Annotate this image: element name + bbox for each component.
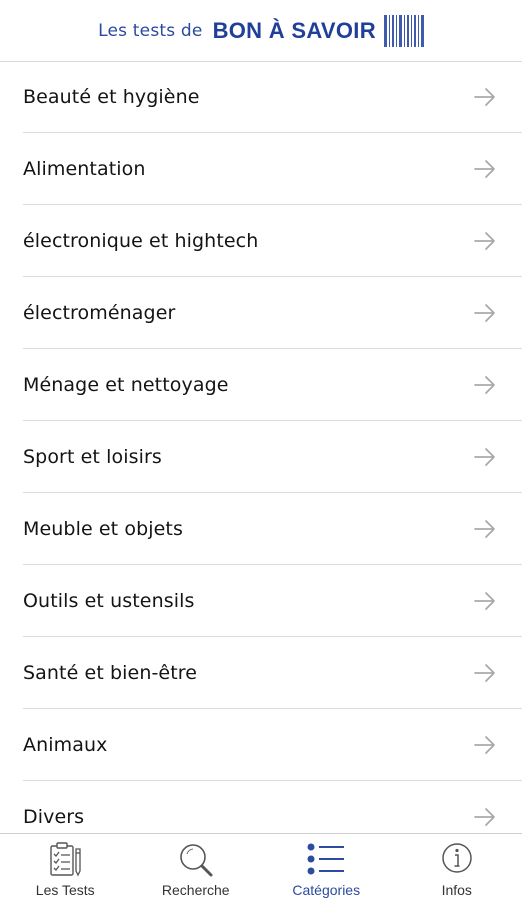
category-label: Ménage et nettoyage <box>23 374 229 396</box>
category-label: Meuble et objets <box>23 518 183 540</box>
category-label: Santé et bien-être <box>23 662 197 684</box>
category-label: Beauté et hygiène <box>23 86 200 108</box>
clipboard-checklist-icon <box>45 841 85 879</box>
category-row-alimentation[interactable]: Alimentation <box>23 133 522 205</box>
category-row-beaute[interactable]: Beauté et hygiène <box>23 61 522 133</box>
tab-label: Recherche <box>162 882 230 898</box>
arrow-right-icon <box>473 447 497 467</box>
category-label: Divers <box>23 806 84 828</box>
tab-categories[interactable]: Catégories <box>261 834 392 901</box>
barcode-icon <box>384 15 426 47</box>
tab-les-tests[interactable]: Les Tests <box>0 834 131 901</box>
tab-label: Infos <box>442 882 472 898</box>
tab-bar: Les Tests Recherche Catégories Infos <box>0 833 522 901</box>
category-row-meuble[interactable]: Meuble et objets <box>23 493 522 565</box>
arrow-right-icon <box>473 807 497 827</box>
tab-recherche[interactable]: Recherche <box>131 834 262 901</box>
tab-label: Catégories <box>292 882 360 898</box>
category-row-outils[interactable]: Outils et ustensils <box>23 565 522 637</box>
category-label: électronique et hightech <box>23 230 258 252</box>
arrow-right-icon <box>473 231 497 251</box>
category-label: Outils et ustensils <box>23 590 195 612</box>
arrow-right-icon <box>473 87 497 107</box>
category-label: Sport et loisirs <box>23 446 162 468</box>
brand-logo: Les tests de BON À SAVOIR <box>98 15 426 47</box>
category-list: Beauté et hygiène Alimentation électroni… <box>0 61 522 833</box>
arrow-right-icon <box>473 735 497 755</box>
category-label: Animaux <box>23 734 107 756</box>
brand-prefix: Les tests de <box>98 21 202 41</box>
brand-name: BON À SAVOIR <box>213 18 376 44</box>
category-row-menage[interactable]: Ménage et nettoyage <box>23 349 522 421</box>
search-icon <box>176 841 216 879</box>
list-icon <box>306 841 346 879</box>
category-row-sport[interactable]: Sport et loisirs <box>23 421 522 493</box>
arrow-right-icon <box>473 303 497 323</box>
category-row-divers[interactable]: Divers <box>23 781 522 833</box>
category-row-animaux[interactable]: Animaux <box>23 709 522 781</box>
category-row-sante[interactable]: Santé et bien-être <box>23 637 522 709</box>
tab-label: Les Tests <box>36 882 95 898</box>
category-row-electromenager[interactable]: électroménager <box>23 277 522 349</box>
info-icon <box>437 841 477 879</box>
arrow-right-icon <box>473 519 497 539</box>
tab-infos[interactable]: Infos <box>392 834 522 901</box>
category-label: électroménager <box>23 302 175 324</box>
arrow-right-icon <box>473 591 497 611</box>
category-label: Alimentation <box>23 158 145 180</box>
category-row-electronique[interactable]: électronique et hightech <box>23 205 522 277</box>
arrow-right-icon <box>473 375 497 395</box>
arrow-right-icon <box>473 663 497 683</box>
app-header: Les tests de BON À SAVOIR <box>0 0 522 62</box>
arrow-right-icon <box>473 159 497 179</box>
